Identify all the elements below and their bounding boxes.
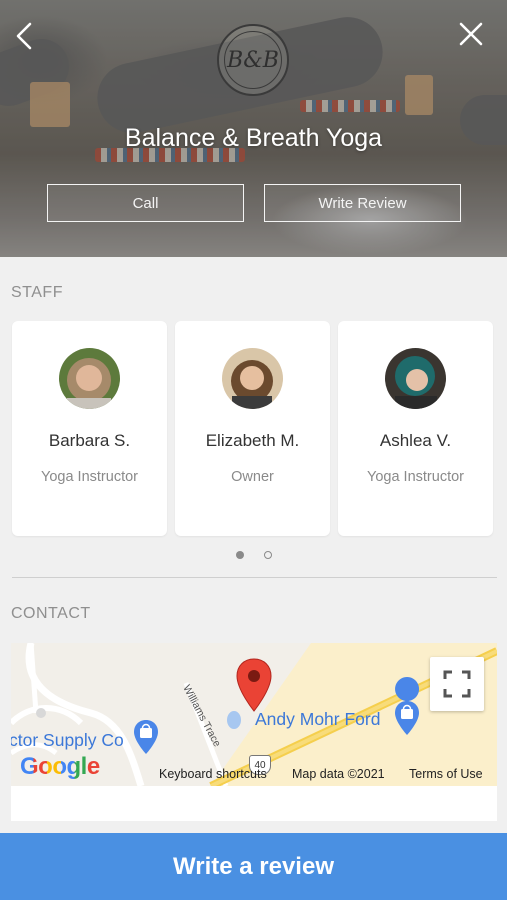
staff-role: Yoga Instructor	[41, 469, 138, 485]
map-place-label[interactable]: ctor Supply Co	[11, 730, 124, 751]
divider	[12, 577, 497, 578]
shopping-marker-icon[interactable]	[394, 700, 420, 736]
staff-card[interactable]: Elizabeth M. Owner	[175, 321, 330, 536]
write-a-review-button[interactable]: Write a review	[0, 833, 507, 900]
staff-section-label: STAFF	[11, 284, 63, 301]
staff-card[interactable]: Ashlea V. Yoga Instructor	[338, 321, 493, 536]
keyboard-shortcuts-link[interactable]: Keyboard shortcuts	[159, 767, 267, 781]
avatar	[385, 348, 446, 409]
call-button[interactable]: Call	[47, 184, 244, 222]
business-logo: B&B	[217, 24, 289, 96]
back-icon[interactable]	[10, 18, 42, 54]
business-title: Balance & Breath Yoga	[124, 124, 383, 152]
pager-dot[interactable]	[264, 551, 272, 559]
map-pin-icon[interactable]	[236, 658, 272, 712]
staff-name: Ashlea V.	[379, 431, 452, 450]
staff-name: Barbara S.	[48, 431, 131, 450]
write-review-button[interactable]: Write Review	[264, 184, 461, 222]
staff-card[interactable]: Barbara S. Yoga Instructor	[12, 321, 167, 536]
google-logo: Google	[20, 753, 100, 780]
logo-text: B&B	[227, 47, 279, 73]
terms-of-use-link[interactable]: Terms of Use	[409, 767, 483, 781]
staff-role: Yoga Instructor	[367, 469, 464, 485]
avatar	[222, 348, 283, 409]
fullscreen-icon	[443, 670, 471, 698]
map-data-label: Map data ©2021	[292, 767, 385, 781]
header-banner: B&B Balance & Breath Yoga Call Write Rev…	[0, 0, 507, 257]
map-container: Andy Mohr Ford ctor Supply Co Williams T…	[11, 643, 497, 821]
contact-section-label: CONTACT	[11, 605, 91, 622]
shopping-marker-icon[interactable]	[133, 719, 159, 755]
avatar	[59, 348, 120, 409]
fullscreen-button[interactable]	[430, 657, 484, 711]
carousel-pager[interactable]	[236, 551, 272, 559]
close-icon[interactable]	[455, 18, 487, 50]
map-place-label[interactable]: Andy Mohr Ford	[255, 709, 380, 730]
staff-name: Elizabeth M.	[205, 431, 300, 450]
map[interactable]: Andy Mohr Ford ctor Supply Co Williams T…	[11, 643, 497, 786]
staff-role: Owner	[231, 469, 274, 485]
pager-dot-active[interactable]	[236, 551, 244, 559]
